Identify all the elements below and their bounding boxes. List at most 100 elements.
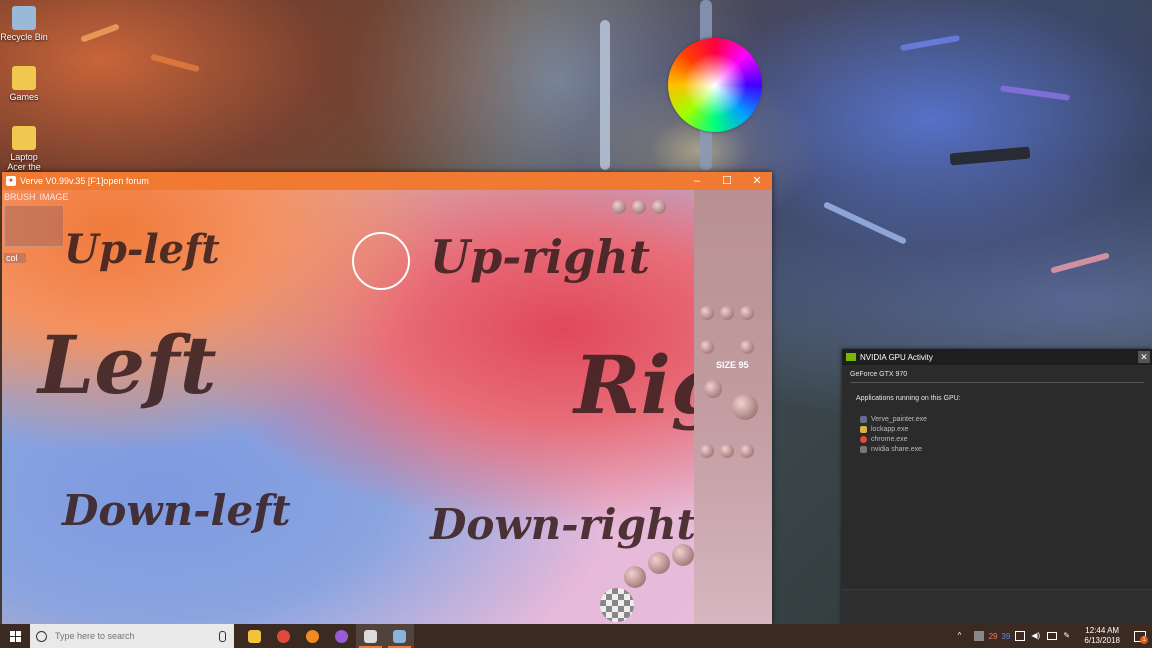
desktop-icon-recycle-bin[interactable]: Recycle Bin <box>0 6 48 42</box>
nvidia-title: NVIDIA GPU Activity <box>860 352 933 362</box>
brush-size-label: SIZE 95 <box>716 360 749 370</box>
close-icon[interactable]: ✕ <box>1138 351 1150 363</box>
clock-date: 6/13/2018 <box>1084 636 1120 645</box>
clock[interactable]: 12:44 AM 6/13/2018 <box>1084 626 1120 646</box>
list-item: chrome.exe <box>860 434 1152 444</box>
canvas-word: Left <box>38 318 217 412</box>
browser-icon <box>335 629 348 643</box>
size-knob[interactable] <box>704 380 722 398</box>
tool-knob[interactable] <box>740 340 754 354</box>
tray-app-icon[interactable] <box>973 631 984 641</box>
list-item: nvidia share.exe <box>860 444 1152 454</box>
tool-knob[interactable] <box>648 552 670 574</box>
tool-knob[interactable] <box>720 444 734 458</box>
tool-knob[interactable] <box>700 306 714 320</box>
gpu-app-list: Verve_painter.exe lockapp.exe chrome.exe… <box>860 414 1152 454</box>
display-icon[interactable] <box>1047 632 1058 640</box>
canvas-word: Up-left <box>64 226 220 273</box>
clock-time: 12:44 AM <box>1085 626 1120 635</box>
verve-titlebar[interactable]: ✦ Verve V0.99v.35 [F1]open forum – ☐ ✕ <box>2 172 772 190</box>
nvidia-footer <box>842 589 1152 624</box>
color-wheel-center <box>683 53 747 117</box>
list-item: lockapp.exe <box>860 424 1152 434</box>
folder-icon <box>12 66 36 90</box>
tool-knob[interactable] <box>740 444 754 458</box>
transparency-checker-button[interactable] <box>600 588 634 622</box>
notification-badge: 1 <box>1140 636 1148 644</box>
firefox-icon <box>306 629 319 643</box>
app-name: lockapp.exe <box>871 425 909 433</box>
taskbar-search[interactable] <box>30 624 234 648</box>
paint-canvas[interactable]: Up-left Up-right Left Rig Down-left Down… <box>2 190 694 624</box>
wallpaper-stroke <box>822 201 908 245</box>
canvas-word: Up-right <box>430 230 650 284</box>
tool-knob[interactable] <box>720 306 734 320</box>
volume-icon[interactable]: ◀) <box>1031 631 1041 641</box>
lock-icon <box>860 425 867 433</box>
chrome-icon <box>277 629 290 643</box>
verve-window-title: Verve V0.99v.35 [F1]open forum <box>20 176 149 186</box>
nvidia-logo-icon <box>846 353 856 361</box>
verve-app-icon: ✦ <box>6 176 16 186</box>
canvas-word: Down-right <box>430 500 694 549</box>
tool-knob[interactable] <box>612 200 626 214</box>
tool-knob[interactable] <box>624 566 646 588</box>
tool-knob[interactable] <box>700 340 714 354</box>
tab-image[interactable]: IMAGE <box>40 192 69 202</box>
tool-knob[interactable] <box>740 306 754 320</box>
wallpaper-stroke <box>1050 252 1110 274</box>
tool-knob[interactable] <box>672 544 694 566</box>
taskbar-browser[interactable] <box>327 624 356 648</box>
microphone-icon[interactable] <box>219 630 226 642</box>
nvidia-titlebar: NVIDIA GPU Activity ✕ <box>842 349 1152 365</box>
tool-knob[interactable] <box>700 444 714 458</box>
brush-cursor <box>352 232 410 290</box>
desktop-icon-label: Games <box>9 92 39 102</box>
gpu-name: GeForce GTX 970 <box>850 365 1144 383</box>
tab-brush[interactable]: BRUSH <box>4 192 36 202</box>
recycle-bin-icon <box>12 6 36 30</box>
desktop-icon-games[interactable]: Games <box>0 66 48 102</box>
maximize-button[interactable]: ☐ <box>712 172 742 190</box>
tray-number: 39 <box>1001 631 1011 641</box>
taskbar: ^ 29 39 ◀) ✎ 12:44 AM 6/13/2018 1 <box>0 624 1152 648</box>
canvas-word: Rig <box>574 338 694 432</box>
apps-heading: Applications running on this GPU: <box>856 395 961 402</box>
network-icon[interactable] <box>1015 631 1026 641</box>
close-button[interactable]: ✕ <box>742 172 772 190</box>
app-name: chrome.exe <box>871 435 908 443</box>
verve-left-panel: BRUSH IMAGE col <box>4 192 69 263</box>
taskbar-window-app[interactable] <box>385 624 414 648</box>
action-center-button[interactable]: 1 <box>1128 624 1152 648</box>
app-name: nvidia share.exe <box>871 445 922 453</box>
wallpaper-stroke <box>999 85 1071 101</box>
wallpaper-stroke <box>600 20 610 170</box>
size-dial[interactable] <box>732 394 758 420</box>
taskbar-file-explorer[interactable] <box>240 624 269 648</box>
chevron-up-icon[interactable]: ^ <box>958 631 968 641</box>
nvidia-gpu-activity-popup[interactable]: NVIDIA GPU Activity ✕ GeForce GTX 970 Ap… <box>842 349 1152 624</box>
pen-icon[interactable]: ✎ <box>1063 631 1073 641</box>
tray-number: 29 <box>988 631 998 641</box>
color-wheel[interactable] <box>668 38 762 132</box>
app-name: Verve_painter.exe <box>871 415 928 423</box>
search-input[interactable] <box>55 631 205 641</box>
list-item: Verve_painter.exe <box>860 414 1152 424</box>
nvidia-share-icon <box>860 445 867 453</box>
start-button[interactable] <box>0 624 30 648</box>
window-app-icon <box>393 629 406 643</box>
minimize-button[interactable]: – <box>682 172 712 190</box>
cortana-icon <box>36 630 47 642</box>
chrome-icon <box>860 435 867 443</box>
taskbar-chrome[interactable] <box>269 624 298 648</box>
taskbar-firefox[interactable] <box>298 624 327 648</box>
tool-knob[interactable] <box>632 200 646 214</box>
wallpaper-stroke <box>949 146 1031 166</box>
wallpaper-stroke <box>899 34 961 52</box>
tool-knob[interactable] <box>652 200 666 214</box>
col-button[interactable]: col <box>4 253 26 263</box>
verve-icon <box>364 629 377 643</box>
brush-panel[interactable] <box>4 205 64 247</box>
taskbar-verve[interactable] <box>356 624 385 648</box>
file-explorer-icon <box>248 629 261 643</box>
